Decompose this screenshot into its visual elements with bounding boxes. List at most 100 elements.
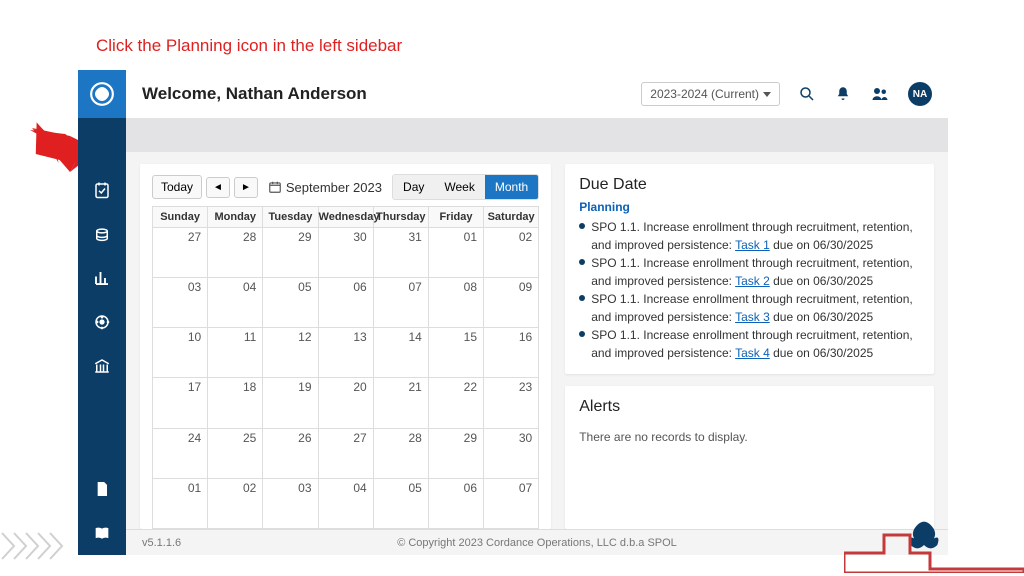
calendar-cell[interactable]: 05 [263, 278, 318, 328]
calendar-cell[interactable]: 21 [373, 378, 428, 428]
calendar-cell[interactable]: 28 [373, 428, 428, 478]
users-icon[interactable] [870, 85, 890, 103]
calendar-cell[interactable]: 19 [263, 378, 318, 428]
calendar-cell[interactable]: 23 [484, 378, 539, 428]
calendar-cell[interactable]: 02 [484, 228, 539, 278]
calendar-cell[interactable]: 08 [428, 278, 483, 328]
calendar-cell[interactable]: 31 [373, 228, 428, 278]
calendar-cell[interactable]: 01 [153, 478, 208, 528]
calendar-cell[interactable]: 03 [153, 278, 208, 328]
calendar-cell[interactable]: 11 [208, 328, 263, 378]
view-week-button[interactable]: Week [434, 175, 484, 199]
calendar-cell[interactable]: 26 [263, 428, 318, 478]
alerts-panel: Alerts There are no records to display. [565, 386, 934, 529]
year-dropdown[interactable]: 2023-2024 (Current) [641, 82, 780, 106]
assessment-icon[interactable] [78, 212, 126, 256]
year-dropdown-label: 2023-2024 (Current) [650, 87, 759, 101]
calendar-day-header: Friday [428, 207, 483, 228]
calendar-cell[interactable]: 06 [318, 278, 373, 328]
task-link[interactable]: Task 2 [735, 274, 770, 288]
calendar-cell[interactable]: 18 [208, 378, 263, 428]
content-area: Today ◄ ► September 2023 Day Week Month … [126, 152, 948, 529]
calendar-cell[interactable]: 02 [208, 478, 263, 528]
sidebar [78, 70, 126, 555]
calendar-cell[interactable]: 30 [318, 228, 373, 278]
calendar-cell[interactable]: 27 [318, 428, 373, 478]
next-month-button[interactable]: ► [234, 177, 258, 198]
view-toggle: Day Week Month [392, 174, 539, 200]
due-date-item: SPO 1.1. Increase enrollment through rec… [579, 326, 920, 362]
accreditation-icon[interactable] [78, 300, 126, 344]
calendar-cell[interactable]: 22 [428, 378, 483, 428]
calendar-cell[interactable]: 03 [263, 478, 318, 528]
calendar-day-header: Saturday [484, 207, 539, 228]
decorative-corner [844, 523, 1024, 576]
calendar-day-header: Sunday [153, 207, 208, 228]
institution-icon[interactable] [78, 344, 126, 388]
book-icon[interactable] [78, 511, 126, 555]
calendar-cell[interactable]: 01 [428, 228, 483, 278]
calendar-cell[interactable]: 10 [153, 328, 208, 378]
calendar-cell[interactable]: 20 [318, 378, 373, 428]
bullet-icon [579, 259, 585, 265]
planning-icon[interactable] [78, 168, 126, 212]
calendar-cell[interactable]: 25 [208, 428, 263, 478]
calendar-cell[interactable]: 29 [428, 428, 483, 478]
view-month-button[interactable]: Month [485, 175, 538, 199]
calendar-cell[interactable]: 04 [318, 478, 373, 528]
task-link[interactable]: Task 3 [735, 310, 770, 324]
due-date-panel: Due Date Planning SPO 1.1. Increase enro… [565, 164, 934, 374]
topbar: Welcome, Nathan Anderson 2023-2024 (Curr… [126, 70, 948, 118]
calendar-cell[interactable]: 17 [153, 378, 208, 428]
due-date-title: Due Date [579, 176, 920, 194]
task-link[interactable]: Task 1 [735, 238, 770, 252]
calendar-cell[interactable]: 07 [484, 478, 539, 528]
header-band [126, 118, 948, 152]
calendar-cell[interactable]: 24 [153, 428, 208, 478]
calendar-toolbar: Today ◄ ► September 2023 Day Week Month [152, 174, 539, 200]
calendar-day-header: Wednesday [318, 207, 373, 228]
decorative-chevrons [0, 531, 80, 564]
today-button[interactable]: Today [152, 175, 202, 199]
due-date-item: SPO 1.1. Increase enrollment through rec… [579, 218, 920, 254]
search-icon[interactable] [798, 85, 816, 103]
month-label: September 2023 [268, 180, 382, 195]
prev-month-button[interactable]: ◄ [206, 177, 230, 198]
calendar-icon [268, 180, 282, 194]
bell-icon[interactable] [834, 85, 852, 103]
calendar-day-header: Monday [208, 207, 263, 228]
right-column: Due Date Planning SPO 1.1. Increase enro… [565, 164, 934, 529]
chevron-down-icon [763, 92, 771, 97]
view-day-button[interactable]: Day [393, 175, 434, 199]
calendar-cell[interactable]: 15 [428, 328, 483, 378]
user-avatar[interactable]: NA [908, 82, 932, 106]
calendar-cell[interactable]: 14 [373, 328, 428, 378]
calendar-cell[interactable]: 28 [208, 228, 263, 278]
calendar-cell[interactable]: 16 [484, 328, 539, 378]
calendar-cell[interactable]: 27 [153, 228, 208, 278]
sidebar-logo-icon[interactable] [78, 70, 126, 118]
document-icon[interactable] [78, 467, 126, 511]
calendar-cell[interactable]: 29 [263, 228, 318, 278]
task-link[interactable]: Task 4 [735, 346, 770, 360]
calendar-cell[interactable]: 09 [484, 278, 539, 328]
due-date-text: SPO 1.1. Increase enrollment through rec… [591, 326, 920, 362]
calendar-cell[interactable]: 06 [428, 478, 483, 528]
bullet-icon [579, 331, 585, 337]
bullet-icon [579, 223, 585, 229]
calendar-cell[interactable]: 13 [318, 328, 373, 378]
app-window: Welcome, Nathan Anderson 2023-2024 (Curr… [78, 70, 948, 555]
footer: v5.1.1.6 © Copyright 2023 Cordance Opera… [126, 529, 948, 555]
month-text: September 2023 [286, 180, 382, 195]
due-date-item: SPO 1.1. Increase enrollment through rec… [579, 254, 920, 290]
calendar-cell[interactable]: 12 [263, 328, 318, 378]
main-area: Welcome, Nathan Anderson 2023-2024 (Curr… [126, 70, 948, 555]
calendar-cell[interactable]: 04 [208, 278, 263, 328]
calendar-cell[interactable]: 07 [373, 278, 428, 328]
calendar-cell[interactable]: 30 [484, 428, 539, 478]
calendar-cell[interactable]: 05 [373, 478, 428, 528]
reports-icon[interactable] [78, 256, 126, 300]
due-date-text: SPO 1.1. Increase enrollment through rec… [591, 254, 920, 290]
due-date-text: SPO 1.1. Increase enrollment through rec… [591, 218, 920, 254]
alerts-title: Alerts [579, 398, 920, 416]
